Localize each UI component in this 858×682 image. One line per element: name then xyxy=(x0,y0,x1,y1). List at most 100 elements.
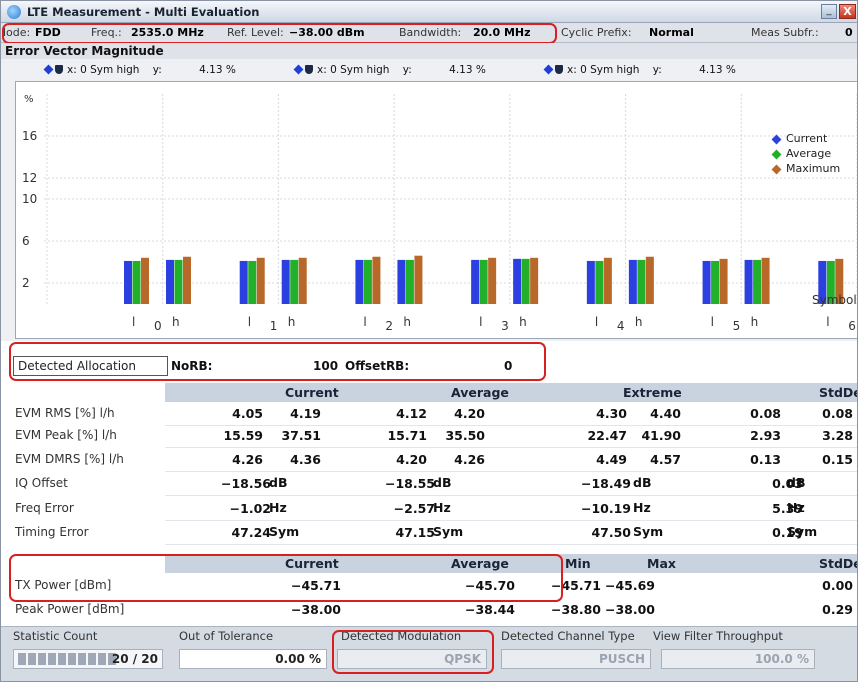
cell-value: −10.19 xyxy=(580,501,631,516)
cell-value: 4.20 xyxy=(454,406,485,421)
freq-value: 2535.0 MHz xyxy=(131,26,204,39)
view-filter-throughput-value: 100.0 % xyxy=(661,649,815,669)
bar-maximum xyxy=(141,257,149,304)
x-tick-label-l: l xyxy=(248,315,251,329)
x-tick-label-symbol: 0 xyxy=(154,319,162,333)
app-icon xyxy=(7,5,21,19)
bar-maximum xyxy=(414,255,423,304)
statistic-count-progress: 20 / 20 xyxy=(13,649,163,669)
bar-maximum xyxy=(372,256,381,304)
bar-current xyxy=(513,258,522,304)
window-title: LTE Measurement - Multi Evaluation xyxy=(27,5,260,19)
bandwidth-label: Bandwidth: xyxy=(399,26,462,39)
bar-average xyxy=(363,259,372,304)
bar-average xyxy=(595,260,604,304)
x-tick-label-l: l xyxy=(479,315,482,329)
cell-value: 37.51 xyxy=(281,428,321,443)
offsetrb-value: 0 xyxy=(504,359,513,373)
bar-current xyxy=(471,259,480,304)
marker-2[interactable]: x: 0 Sym high y: 4.13 % xyxy=(293,64,486,76)
marker-diamond-icon xyxy=(43,64,54,75)
y-tick-label: 10 xyxy=(22,192,37,206)
marker-y-label: y: xyxy=(152,64,162,76)
x-tick-label-symbol: 5 xyxy=(733,319,741,333)
x-axis-label: Symbol xyxy=(812,293,857,307)
x-tick-label-h: h xyxy=(751,315,759,329)
cell-unit: Hz xyxy=(433,500,451,515)
legend-label-maximum: Maximum xyxy=(786,162,840,175)
bar-maximum xyxy=(183,256,191,304)
cell-value: 47.15 xyxy=(395,525,435,540)
bar-maximum xyxy=(645,256,654,304)
row-label: Peak Power [dBm] xyxy=(15,602,125,616)
row-label: Timing Error xyxy=(15,525,89,539)
table1-header: Current Average Extreme StdDev xyxy=(165,383,857,402)
bar-maximum xyxy=(530,257,539,304)
cell-value: 0.08 xyxy=(750,406,781,421)
evm-chart[interactable]: 26101216%l0hl1hl2hl3hl4hl5hl6hSymbolCurr… xyxy=(15,81,857,339)
marker-y-label: y: xyxy=(652,64,662,76)
bar-average xyxy=(290,259,299,304)
cell-value: −18.49 xyxy=(580,476,631,491)
marker-1[interactable]: x: 0 Sym high y: 4.13 % xyxy=(43,64,236,76)
row-divider xyxy=(165,544,857,545)
ref-level-value: −38.00 dBm xyxy=(289,26,365,39)
y-tick-label: 16 xyxy=(22,129,37,143)
row-label: EVM DMRS [%] l/h xyxy=(15,452,124,466)
statistic-count-value: 20 / 20 xyxy=(111,652,158,666)
legend-label-average: Average xyxy=(786,147,831,160)
x-tick-label-symbol: 1 xyxy=(270,319,278,333)
bar-current xyxy=(744,259,753,304)
detected-modulation-label: Detected Modulation xyxy=(341,629,462,643)
header-current: Current xyxy=(285,556,339,571)
bar-average xyxy=(174,259,183,304)
marker-shield-icon xyxy=(555,65,563,74)
bar-maximum xyxy=(488,257,497,304)
cell-value: 4.40 xyxy=(650,406,681,421)
x-tick-label-h: h xyxy=(172,315,180,329)
cell-unit: dB xyxy=(433,475,452,490)
x-tick-label-symbol: 4 xyxy=(617,319,625,333)
detected-modulation-value: QPSK xyxy=(337,649,487,669)
close-button[interactable]: X xyxy=(839,4,856,19)
marker-3[interactable]: x: 0 Sym high y: 4.13 % xyxy=(543,64,736,76)
cell-value: −45.69 xyxy=(604,578,655,593)
ref-level-label: Ref. Level: xyxy=(227,26,284,39)
x-tick-label-l: l xyxy=(595,315,598,329)
x-tick-label-symbol: 6 xyxy=(848,319,856,333)
header-min: Min xyxy=(565,556,591,571)
bar-maximum xyxy=(298,257,307,304)
lte-measurement-window: LTE Measurement - Multi Evaluation _ X l… xyxy=(0,0,858,682)
norb-label: NoRB: xyxy=(171,359,213,373)
marker-y-value: 4.13 % xyxy=(699,64,736,76)
marker-shield-icon xyxy=(55,65,63,74)
x-tick-label-symbol: 3 xyxy=(501,319,509,333)
minimize-button[interactable]: _ xyxy=(821,4,837,19)
bar-current xyxy=(702,260,711,304)
cell-value: 4.26 xyxy=(454,452,485,467)
cell-unit: Hz xyxy=(269,500,287,515)
bar-maximum xyxy=(603,257,612,304)
header-current: Current xyxy=(285,385,339,400)
x-tick-label-h: h xyxy=(288,315,296,329)
y-tick-label: 2 xyxy=(22,276,30,290)
cell-value: −38.00 xyxy=(604,602,655,617)
cell-unit: dB xyxy=(787,475,806,490)
bar-maximum xyxy=(719,258,728,304)
title-bar: LTE Measurement - Multi Evaluation _ X xyxy=(1,1,857,23)
bar-average xyxy=(405,259,414,304)
cell-value: 47.50 xyxy=(591,525,631,540)
x-tick-label-h: h xyxy=(403,315,411,329)
cell-value: 4.36 xyxy=(290,452,321,467)
meas-subframe-label: Meas Subfr.: xyxy=(751,26,819,39)
progress-segment xyxy=(28,653,36,665)
marker-x: x: 0 Sym high xyxy=(67,64,140,76)
x-tick-label-symbol: 2 xyxy=(385,319,393,333)
row-divider xyxy=(165,495,857,496)
cell-value: −45.71 xyxy=(290,578,341,593)
bar-current xyxy=(355,259,364,304)
cell-value: −18.55 xyxy=(384,476,435,491)
out-of-tolerance-label: Out of Tolerance xyxy=(179,629,274,643)
header-max: Max xyxy=(647,556,676,571)
row-divider xyxy=(165,425,857,426)
